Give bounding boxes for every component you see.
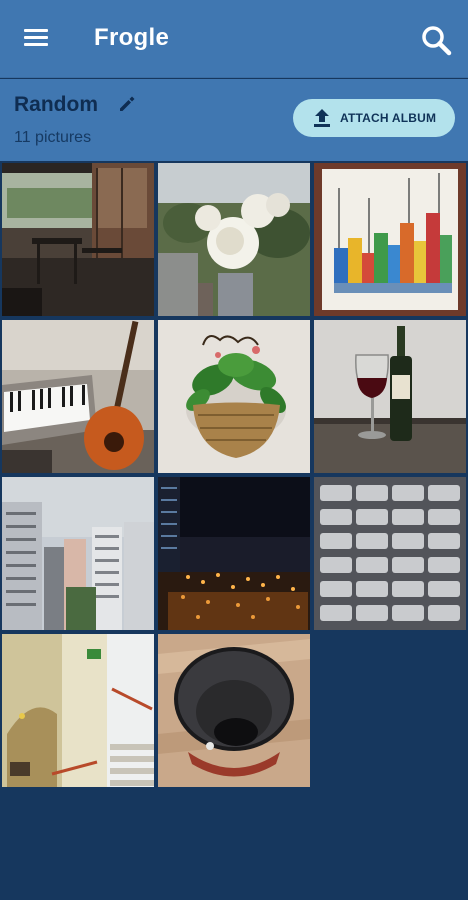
photo-thumbnail[interactable] [156,318,312,475]
pencil-icon[interactable] [117,94,137,114]
photo-thumbnail[interactable] [312,161,468,318]
photo-thumbnail[interactable] [0,161,156,318]
photo-thumbnail[interactable] [0,475,156,632]
app-bar: Frogle [0,0,468,78]
photo-thumbnail[interactable] [312,318,468,475]
upload-icon [314,109,330,127]
menu-icon[interactable] [22,27,50,49]
album-picture-count: 11 pictures [14,129,92,146]
photo-thumbnail[interactable] [0,632,156,789]
photo-thumbnail[interactable] [156,475,312,632]
photo-thumbnail[interactable] [312,475,468,632]
photo-grid [0,161,468,789]
app-title: Frogle [94,24,170,51]
search-icon[interactable] [418,22,454,58]
attach-album-button[interactable]: ATTACH ALBUM [293,99,455,137]
album-header: Random 11 pictures ATTACH ALBUM [0,79,468,161]
photo-thumbnail[interactable] [0,318,156,475]
photo-thumbnail[interactable] [156,161,312,318]
photo-thumbnail[interactable] [156,632,312,789]
album-name: Random [14,93,98,116]
attach-album-label: ATTACH ALBUM [340,111,437,125]
